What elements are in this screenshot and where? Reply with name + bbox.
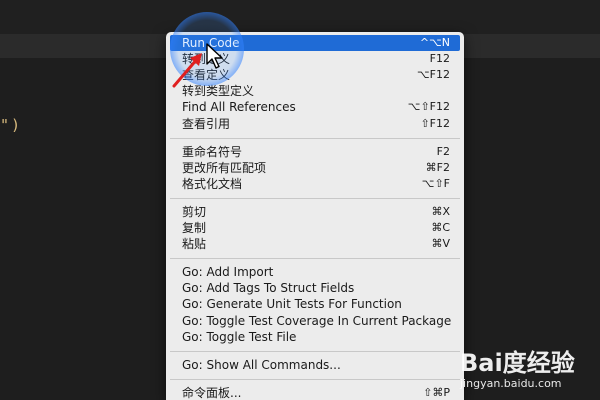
screen: ") Run Code ^⌥N 转到定义 F12 查看定义 ⌥F12 转到类型定义 Find … (0, 0, 600, 400)
menu-item-shortcut: ⌘X (431, 204, 450, 218)
menu-separator (170, 350, 460, 352)
menu-separator (170, 137, 460, 139)
menu-item-go-tools-2[interactable]: Go: Generate Unit Tests For Function (170, 296, 460, 312)
menu-item-label: Go: Add Tags To Struct Fields (182, 281, 355, 296)
menu-item-navigation-4[interactable]: Find All References ⌥⇧F12 (170, 99, 460, 115)
menu-item-clipboard-1[interactable]: 复制 ⌘C (170, 220, 460, 236)
menu-item-go-tools-1[interactable]: Go: Add Tags To Struct Fields (170, 280, 460, 296)
baidu-jingyan-watermark: Bai度经验 jingyan.baidu.com (458, 335, 598, 397)
menu-item-shortcut: ⇧⌘P (423, 385, 450, 399)
menu-item-shortcut: ⇧F12 (420, 116, 450, 130)
menu-item-label: Find All References (182, 100, 296, 115)
menu-item-shortcut: ⌥⇧F (421, 176, 450, 190)
code-line-fragment: ") (0, 116, 22, 134)
menu-item-label: Go: Add Import (182, 265, 274, 280)
menu-item-label: Go: Generate Unit Tests For Function (182, 297, 402, 312)
menu-item-label: 更改所有匹配项 (182, 160, 267, 175)
menu-item-shortcut: ⌥F12 (417, 68, 450, 82)
menu-item-shortcut: ⌥⇧F12 (407, 100, 450, 114)
code-text: ") (0, 116, 23, 134)
menu-item-shortcut: ^⌥N (419, 36, 450, 49)
mouse-pointer-icon (206, 43, 223, 69)
menu-item-shortcut: ⌘C (431, 221, 450, 234)
watermark-brand: Bai度经验 (460, 349, 575, 377)
menu-item-editing-2[interactable]: 格式化文档 ⌥⇧F (170, 176, 460, 192)
menu-item-label: Go: Toggle Test Coverage In Current Pack… (182, 313, 452, 328)
menu-item-go-tools-4[interactable]: Go: Toggle Test File (170, 329, 460, 345)
menu-item-label: Go: Show All Commands... (182, 357, 341, 372)
menu-item-navigation-5[interactable]: 查看引用 ⇧F12 (170, 116, 460, 132)
menu-item-label: 复制 (182, 221, 207, 235)
menu-item-label: 重命名符号 (182, 144, 243, 159)
menu-item-shortcut: ⌘V (431, 237, 450, 251)
title-bar (0, 0, 600, 34)
watermark-url: jingyan.baidu.com (460, 377, 562, 390)
menu-item-go-commands-0[interactable]: Go: Show All Commands... (170, 357, 460, 373)
menu-item-editing-1[interactable]: 更改所有匹配项 ⌘F2 (170, 160, 460, 176)
menu-separator (170, 378, 460, 380)
menu-item-editing-0[interactable]: 重命名符号 F2 (170, 144, 460, 160)
menu-item-navigation-3[interactable]: 转到类型定义 (170, 83, 460, 99)
menu-item-label: Go: Toggle Test File (182, 329, 297, 344)
menu-separator (170, 258, 460, 260)
menu-item-clipboard-0[interactable]: 剪切 ⌘X (170, 204, 460, 220)
menu-item-shortcut: F12 (429, 52, 450, 66)
menu-separator (170, 197, 460, 199)
menu-item-shortcut: F2 (436, 144, 450, 158)
menu-item-label: 命令面板... (182, 385, 242, 400)
menu-item-shortcut: ⌘F2 (425, 160, 450, 174)
menu-item-label: 查看引用 (182, 116, 231, 131)
menu-item-label: 剪切 (182, 204, 207, 219)
menu-item-label: 粘贴 (182, 237, 207, 252)
menu-item-label: 格式化文档 (182, 176, 243, 191)
menu-item-clipboard-2[interactable]: 粘贴 ⌘V (170, 236, 460, 252)
menu-item-go-tools-0[interactable]: Go: Add Import (170, 264, 460, 280)
menu-item-command-palette-0[interactable]: 命令面板... ⇧⌘P (170, 385, 460, 400)
menu-item-go-tools-3[interactable]: Go: Toggle Test Coverage In Current Pack… (170, 313, 460, 329)
